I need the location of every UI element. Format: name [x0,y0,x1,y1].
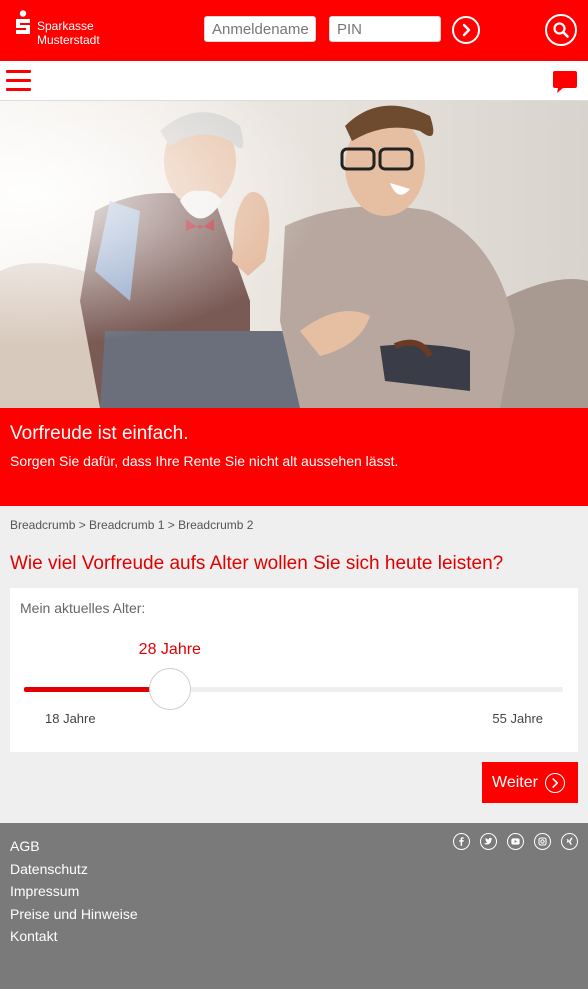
footer-link-preise-und-hinweise[interactable]: Preise und Hinweise [10,903,138,926]
footer-link-agb[interactable]: AGB [10,835,138,858]
facebook-icon[interactable] [453,833,470,850]
age-label: Mein aktuelles Alter: [20,600,146,616]
brand-name: Sparkasse Musterstadt [37,19,100,47]
age-min-label: 18 Jahre [45,711,96,726]
sparkasse-logo[interactable]: Sparkasse Musterstadt [14,10,124,50]
page-title: Wie viel Vorfreude aufs Alter wollen Sie… [10,553,504,574]
next-button-label: Weiter [492,773,538,791]
menu-icon[interactable] [6,70,31,92]
youtube-icon[interactable] [507,833,524,850]
age-slider-thumb[interactable] [148,668,191,710]
xing-icon[interactable] [561,833,578,850]
brand-line-2: Musterstadt [37,33,100,47]
sparkasse-s-icon [16,10,30,34]
footer-link-impressum[interactable]: Impressum [10,880,138,903]
age-slider-fill [24,687,170,692]
twitter-icon[interactable] [480,833,497,850]
footer-links: AGB Datenschutz Impressum Preise und Hinwei… [10,835,138,948]
chevron-right-icon [544,772,565,793]
hero-photo [0,101,588,408]
username-input[interactable] [204,16,316,42]
login-submit-button[interactable] [452,16,480,44]
breadcrumb[interactable]: Breadcrumb > Breadcrumb 1 > Breadcrumb 2 [10,518,253,532]
top-bar: Sparkasse Musterstadt [0,0,588,61]
search-button[interactable] [545,14,577,46]
navigation-bar [0,61,588,101]
hero-image [0,101,588,408]
hero-subtitle: Sorgen Sie dafür, dass Ihre Rente Sie ni… [10,453,399,469]
age-slider-track[interactable] [24,687,563,692]
hero-title: Vorfreude ist einfach. [10,423,189,444]
instagram-icon[interactable] [534,833,551,850]
chat-icon[interactable] [551,69,579,95]
chevron-right-icon [462,23,471,37]
hero-teaser: Vorfreude ist einfach. Sorgen Sie dafür,… [0,408,588,506]
footer-link-datenschutz[interactable]: Datenschutz [10,858,138,881]
age-max-label: 55 Jahre [492,711,543,726]
search-icon [553,22,569,38]
pin-input[interactable] [329,16,441,42]
next-button[interactable]: Weiter [482,762,578,803]
age-slider-card: Mein aktuelles Alter: 28 Jahre 18 Jahre … [10,588,578,752]
brand-line-1: Sparkasse [37,19,94,33]
footer-link-kontakt[interactable]: Kontakt [10,925,138,948]
current-age-value: 28 Jahre [138,641,201,658]
footer: AGB Datenschutz Impressum Preise und Hinwei… [0,823,588,989]
